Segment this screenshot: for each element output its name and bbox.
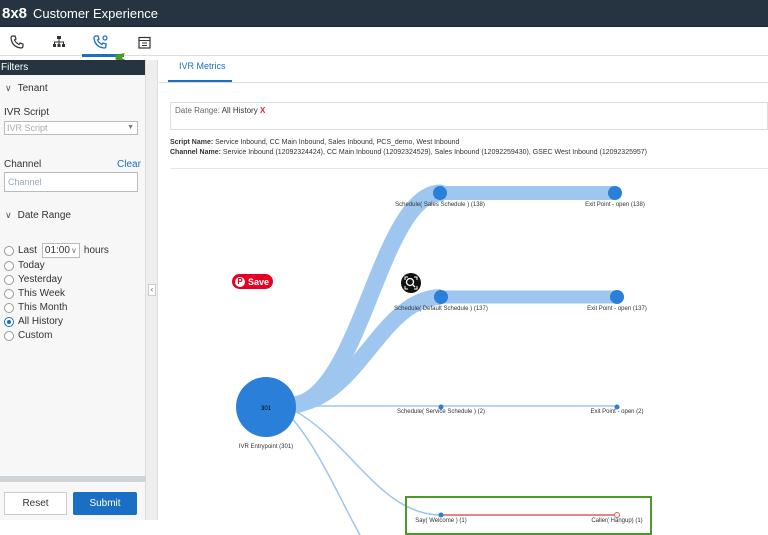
- visual-search-icon[interactable]: [401, 273, 421, 293]
- ivr-flow-diagram: 301 IVR Entrypoint (301) Schedule( Sales…: [236, 184, 647, 535]
- flow-node: [608, 186, 622, 200]
- pinterest-save-button[interactable]: P Save: [232, 274, 273, 289]
- node-label: Exit Point - open (2): [590, 409, 643, 415]
- pinterest-icon: P: [235, 276, 245, 287]
- entrypoint-label: IVR Entrypoint (301): [239, 444, 293, 450]
- flow-node: [610, 290, 624, 304]
- flow-node: [434, 290, 448, 304]
- node-label: Schedule( Service Schedule ) (2): [397, 409, 485, 415]
- save-label: Save: [248, 276, 270, 287]
- annotation-highlight-box: [405, 496, 652, 535]
- node-label: Exit Point - open (137): [587, 306, 647, 312]
- node-label: Schedule( Sales Schedule ) (138): [395, 202, 485, 208]
- node-label: Schedule( Default Schedule ) (137): [394, 306, 488, 312]
- entrypoint-count: 301: [261, 406, 272, 412]
- flow-node: [433, 186, 447, 200]
- node-label: Exit Point - open (138): [585, 202, 645, 208]
